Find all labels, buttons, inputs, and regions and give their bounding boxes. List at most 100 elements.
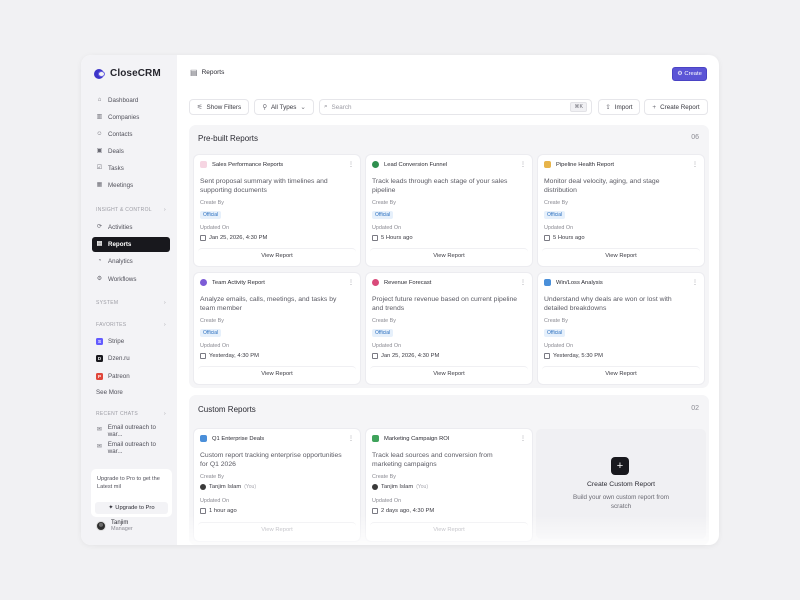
create-report-button[interactable]: + Create Report: [644, 99, 708, 115]
show-filters-button[interactable]: ⚟ Show Filters: [189, 99, 249, 115]
create-custom-report-card[interactable]: + Create Custom Report Build your own cu…: [536, 429, 706, 539]
patreon-icon: P: [96, 373, 103, 380]
more-icon[interactable]: ⋮: [348, 436, 354, 442]
report-card[interactable]: Win/Loss Analysis ⋮ Understand why deals …: [538, 273, 704, 384]
section-system[interactable]: SYSTEM ›: [96, 300, 166, 306]
favorite-item-patreon[interactable]: P Patreon: [92, 369, 170, 384]
upgrade-card: Upgrade to Pro to get the Latest mil ✦ U…: [91, 469, 172, 517]
section-insight[interactable]: INSIGHT & CONTROL ›: [96, 207, 166, 213]
official-badge: Official: [372, 211, 394, 219]
section-label: FAVORITES: [96, 322, 127, 328]
chevron-right-icon: ›: [164, 300, 166, 306]
recent-chat-label: Email outreach to war...: [107, 423, 156, 438]
more-icon[interactable]: ⋮: [348, 162, 354, 168]
view-report-button[interactable]: View Report: [542, 366, 700, 380]
card-description: Sent proposal summary with timelines and…: [200, 178, 328, 194]
report-card[interactable]: Team Activity Report ⋮ Analyze emails, ca…: [194, 273, 360, 384]
card-title: Lead Conversion Funnel: [384, 161, 448, 168]
prebuilt-reports-panel: Pre-built Reports 06 Sales Performance R…: [189, 125, 709, 388]
updated-value: 5 Hours ago: [553, 235, 585, 241]
updated-value: Jan 25, 2026, 4:30 PM: [209, 235, 268, 241]
sidebar-item-analytics[interactable]: ◔ Analytics: [92, 254, 170, 269]
plus-icon: +: [611, 457, 629, 475]
create-button[interactable]: ⚙ Create: [672, 67, 707, 81]
create-button-label: Create: [684, 71, 702, 77]
more-icon[interactable]: ⋮: [692, 162, 698, 168]
card-description: Track leads through each stage of your s…: [372, 178, 508, 194]
updated-label: Updated On: [544, 343, 574, 349]
creator-tag: (You): [244, 484, 256, 490]
section-favorites[interactable]: FAVORITES ›: [96, 322, 166, 328]
import-button[interactable]: ⇪ Import: [598, 99, 640, 115]
official-badge: Official: [200, 211, 222, 219]
report-card[interactable]: Revenue Forecast ⋮ Project future revenue…: [366, 273, 532, 384]
pipeline-icon: [544, 161, 551, 168]
avatar: [200, 484, 206, 490]
sidebar-item-meetings[interactable]: ▦ Meetings: [92, 178, 170, 193]
user-profile[interactable]: Tanjim Manager: [96, 520, 133, 532]
card-title: Sales Performance Reports: [212, 161, 284, 168]
report-card[interactable]: Lead Conversion Funnel ⋮ Track leads thro…: [366, 155, 532, 266]
view-report-button[interactable]: View Report: [198, 248, 356, 262]
more-icon[interactable]: ⋮: [348, 280, 354, 286]
type-filter-value: All Types: [270, 103, 297, 111]
card-description: Analyze emails, calls, meetings, and tas…: [200, 296, 337, 312]
recent-chat-item[interactable]: ✉ Email outreach to war...: [92, 423, 170, 438]
search-input[interactable]: ⌕ Search ⌘K: [319, 99, 592, 115]
calendar-icon: [372, 353, 378, 359]
user-role: Manager: [111, 526, 133, 532]
favorite-label: Dzen.ru: [108, 355, 130, 362]
calendar-icon: [372, 508, 378, 514]
view-report-button[interactable]: View Report: [542, 248, 700, 262]
view-report-button[interactable]: View Report: [370, 366, 528, 380]
import-label: Import: [614, 103, 633, 111]
type-filter-select[interactable]: ⚲ All Types ⌄: [254, 99, 314, 115]
view-report-button[interactable]: View Report: [370, 522, 528, 536]
view-report-button[interactable]: View Report: [198, 522, 356, 536]
sidebar-item-dashboard[interactable]: ⌂ Dashboard: [92, 93, 170, 108]
more-icon[interactable]: ⋮: [520, 280, 526, 286]
sidebar-item-activities[interactable]: ⟳ Activities: [92, 220, 170, 235]
app-name: CloseCRM: [110, 68, 161, 79]
sidebar-item-contacts[interactable]: ☺ Contacts: [92, 127, 170, 142]
upgrade-button[interactable]: ✦ Upgrade to Pro: [95, 502, 168, 514]
breadcrumb: ▤ Reports: [190, 68, 224, 77]
creator-tag: (You): [416, 484, 428, 490]
report-card[interactable]: Q1 Enterprise Deals ⋮ Custom report track…: [194, 429, 360, 541]
view-report-button[interactable]: View Report: [198, 366, 356, 380]
see-more-link[interactable]: See More: [92, 385, 170, 400]
calendar-icon: [200, 235, 206, 241]
sidebar-item-companies[interactable]: ▥ Companies: [92, 110, 170, 125]
view-report-button[interactable]: View Report: [370, 248, 528, 262]
sliders-icon: ⚟: [196, 103, 203, 111]
building-icon: ▥: [96, 114, 103, 120]
favorite-item-stripe[interactable]: S Stripe: [92, 334, 170, 349]
report-card[interactable]: Marketing Campaign ROI ⋮ Track lead sourc…: [366, 429, 532, 541]
more-icon[interactable]: ⋮: [520, 436, 526, 442]
section-recent-chats[interactable]: RECENT CHATS ›: [96, 411, 166, 417]
card-title: Q1 Enterprise Deals: [212, 435, 265, 442]
chart-icon: ◔: [97, 258, 102, 264]
report-card[interactable]: Sales Performance Reports ⋮ Sent proposal…: [194, 155, 360, 266]
search-placeholder: Search: [331, 103, 352, 111]
users-icon: ☺: [96, 131, 103, 137]
recent-chat-item[interactable]: ✉ Email outreach to war...: [92, 440, 170, 455]
sidebar-item-deals[interactable]: ▣ Deals: [92, 144, 170, 159]
custom-reports-panel: Custom Reports 02 Q1 Enterprise Deals ⋮ C…: [189, 395, 709, 545]
favorite-item-dzen[interactable]: D Dzen.ru: [92, 351, 170, 366]
sidebar-item-label: Deals: [108, 148, 124, 155]
sidebar-item-reports[interactable]: ▤ Reports: [92, 237, 170, 252]
sidebar-item-tasks[interactable]: ☑ Tasks: [92, 161, 170, 176]
sidebar-item-label: Companies: [108, 114, 140, 121]
enterprise-icon: [200, 435, 207, 442]
funnel-icon: [372, 161, 379, 168]
favorite-label: Patreon: [108, 373, 130, 380]
sidebar-item-label: Activities: [108, 224, 133, 231]
report-card[interactable]: Pipeline Health Report ⋮ Monitor deal vel…: [538, 155, 704, 266]
more-icon[interactable]: ⋮: [692, 280, 698, 286]
more-icon[interactable]: ⋮: [520, 162, 526, 168]
logo[interactable]: CloseCRM: [94, 68, 161, 79]
sidebar-item-workflows[interactable]: ⚙ Workflows: [92, 272, 170, 287]
logo-icon: [94, 68, 107, 79]
upgrade-text: Upgrade to Pro to get the Latest mil: [97, 476, 160, 490]
